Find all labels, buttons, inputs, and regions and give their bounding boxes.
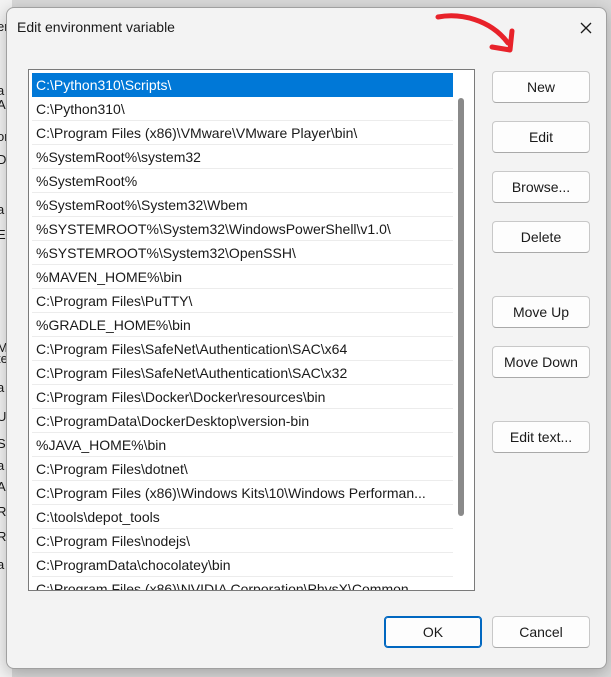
edit-text-button[interactable]: Edit text...	[492, 421, 590, 453]
path-list-item[interactable]: C:\Program Files\SafeNet\Authentication\…	[32, 337, 453, 361]
path-list-item[interactable]: C:\Program Files (x86)\NVIDIA Corporatio…	[32, 577, 453, 590]
delete-button[interactable]: Delete	[492, 221, 590, 253]
path-list-item[interactable]: C:\Program Files\dotnet\	[32, 457, 453, 481]
background-text-fragment: a	[0, 202, 5, 217]
path-list-item[interactable]: %GRADLE_HOME%\bin	[32, 313, 453, 337]
background-text-fragment: S	[0, 436, 6, 451]
close-icon	[580, 22, 592, 34]
new-button[interactable]: New	[492, 71, 590, 103]
path-list-item[interactable]: C:\Program Files (x86)\VMware\VMware Pla…	[32, 121, 453, 145]
edit-environment-variable-dialog: Edit environment variable C:\Python310\S…	[6, 7, 607, 669]
path-list-item[interactable]: C:\Python310\Scripts\	[32, 73, 453, 97]
path-list-items: C:\Python310\Scripts\ C:\Python310\ C:\Pro…	[32, 73, 453, 590]
red-arrow-annotation	[435, 13, 515, 53]
path-list-item[interactable]: %SystemRoot%	[32, 169, 453, 193]
path-list-item[interactable]: C:\Program Files\nodejs\	[32, 529, 453, 553]
list-scrollbar[interactable]	[458, 98, 464, 516]
path-list-item[interactable]: C:\Python310\	[32, 97, 453, 121]
path-list-item[interactable]: %SYSTEMROOT%\System32\WindowsPowerShell\…	[32, 217, 453, 241]
path-list-item[interactable]: %SystemRoot%\System32\Wbem	[32, 193, 453, 217]
background-text-fragment: A	[0, 479, 6, 494]
path-list-item[interactable]: %JAVA_HOME%\bin	[32, 433, 453, 457]
path-list-item[interactable]: %SystemRoot%\system32	[32, 145, 453, 169]
browse-button[interactable]: Browse...	[492, 171, 590, 203]
path-list-item[interactable]: %MAVEN_HOME%\bin	[32, 265, 453, 289]
path-list-item[interactable]: %SYSTEMROOT%\System32\OpenSSH\	[32, 241, 453, 265]
background-text-fragment: a	[0, 557, 5, 572]
path-list-item[interactable]: C:\Program Files\Docker\Docker\resources…	[32, 385, 453, 409]
path-list-item[interactable]: C:\ProgramData\chocolatey\bin	[32, 553, 453, 577]
ok-button[interactable]: OK	[384, 616, 482, 648]
background-text-fragment: a	[0, 83, 5, 98]
path-list-item[interactable]: C:\Program Files\SafeNet\Authentication\…	[32, 361, 453, 385]
cancel-button[interactable]: Cancel	[492, 616, 590, 648]
background-text-fragment: a	[0, 458, 5, 473]
background-text-fragment: a	[0, 380, 5, 395]
move-down-button[interactable]: Move Down	[492, 346, 590, 378]
path-list[interactable]: C:\Python310\Scripts\ C:\Python310\ C:\Pro…	[28, 69, 475, 591]
close-button[interactable]	[571, 13, 601, 43]
path-list-item[interactable]: C:\Program Files (x86)\Windows Kits\10\W…	[32, 481, 453, 505]
path-list-item[interactable]: C:\ProgramData\DockerDesktop\version-bin	[32, 409, 453, 433]
move-up-button[interactable]: Move Up	[492, 296, 590, 328]
dialog-title: Edit environment variable	[17, 19, 175, 35]
path-list-item[interactable]: C:\tools\depot_tools	[32, 505, 453, 529]
background-text-fragment: E	[0, 227, 6, 242]
edit-button[interactable]: Edit	[492, 121, 590, 153]
path-list-item[interactable]: C:\Program Files\PuTTY\	[32, 289, 453, 313]
